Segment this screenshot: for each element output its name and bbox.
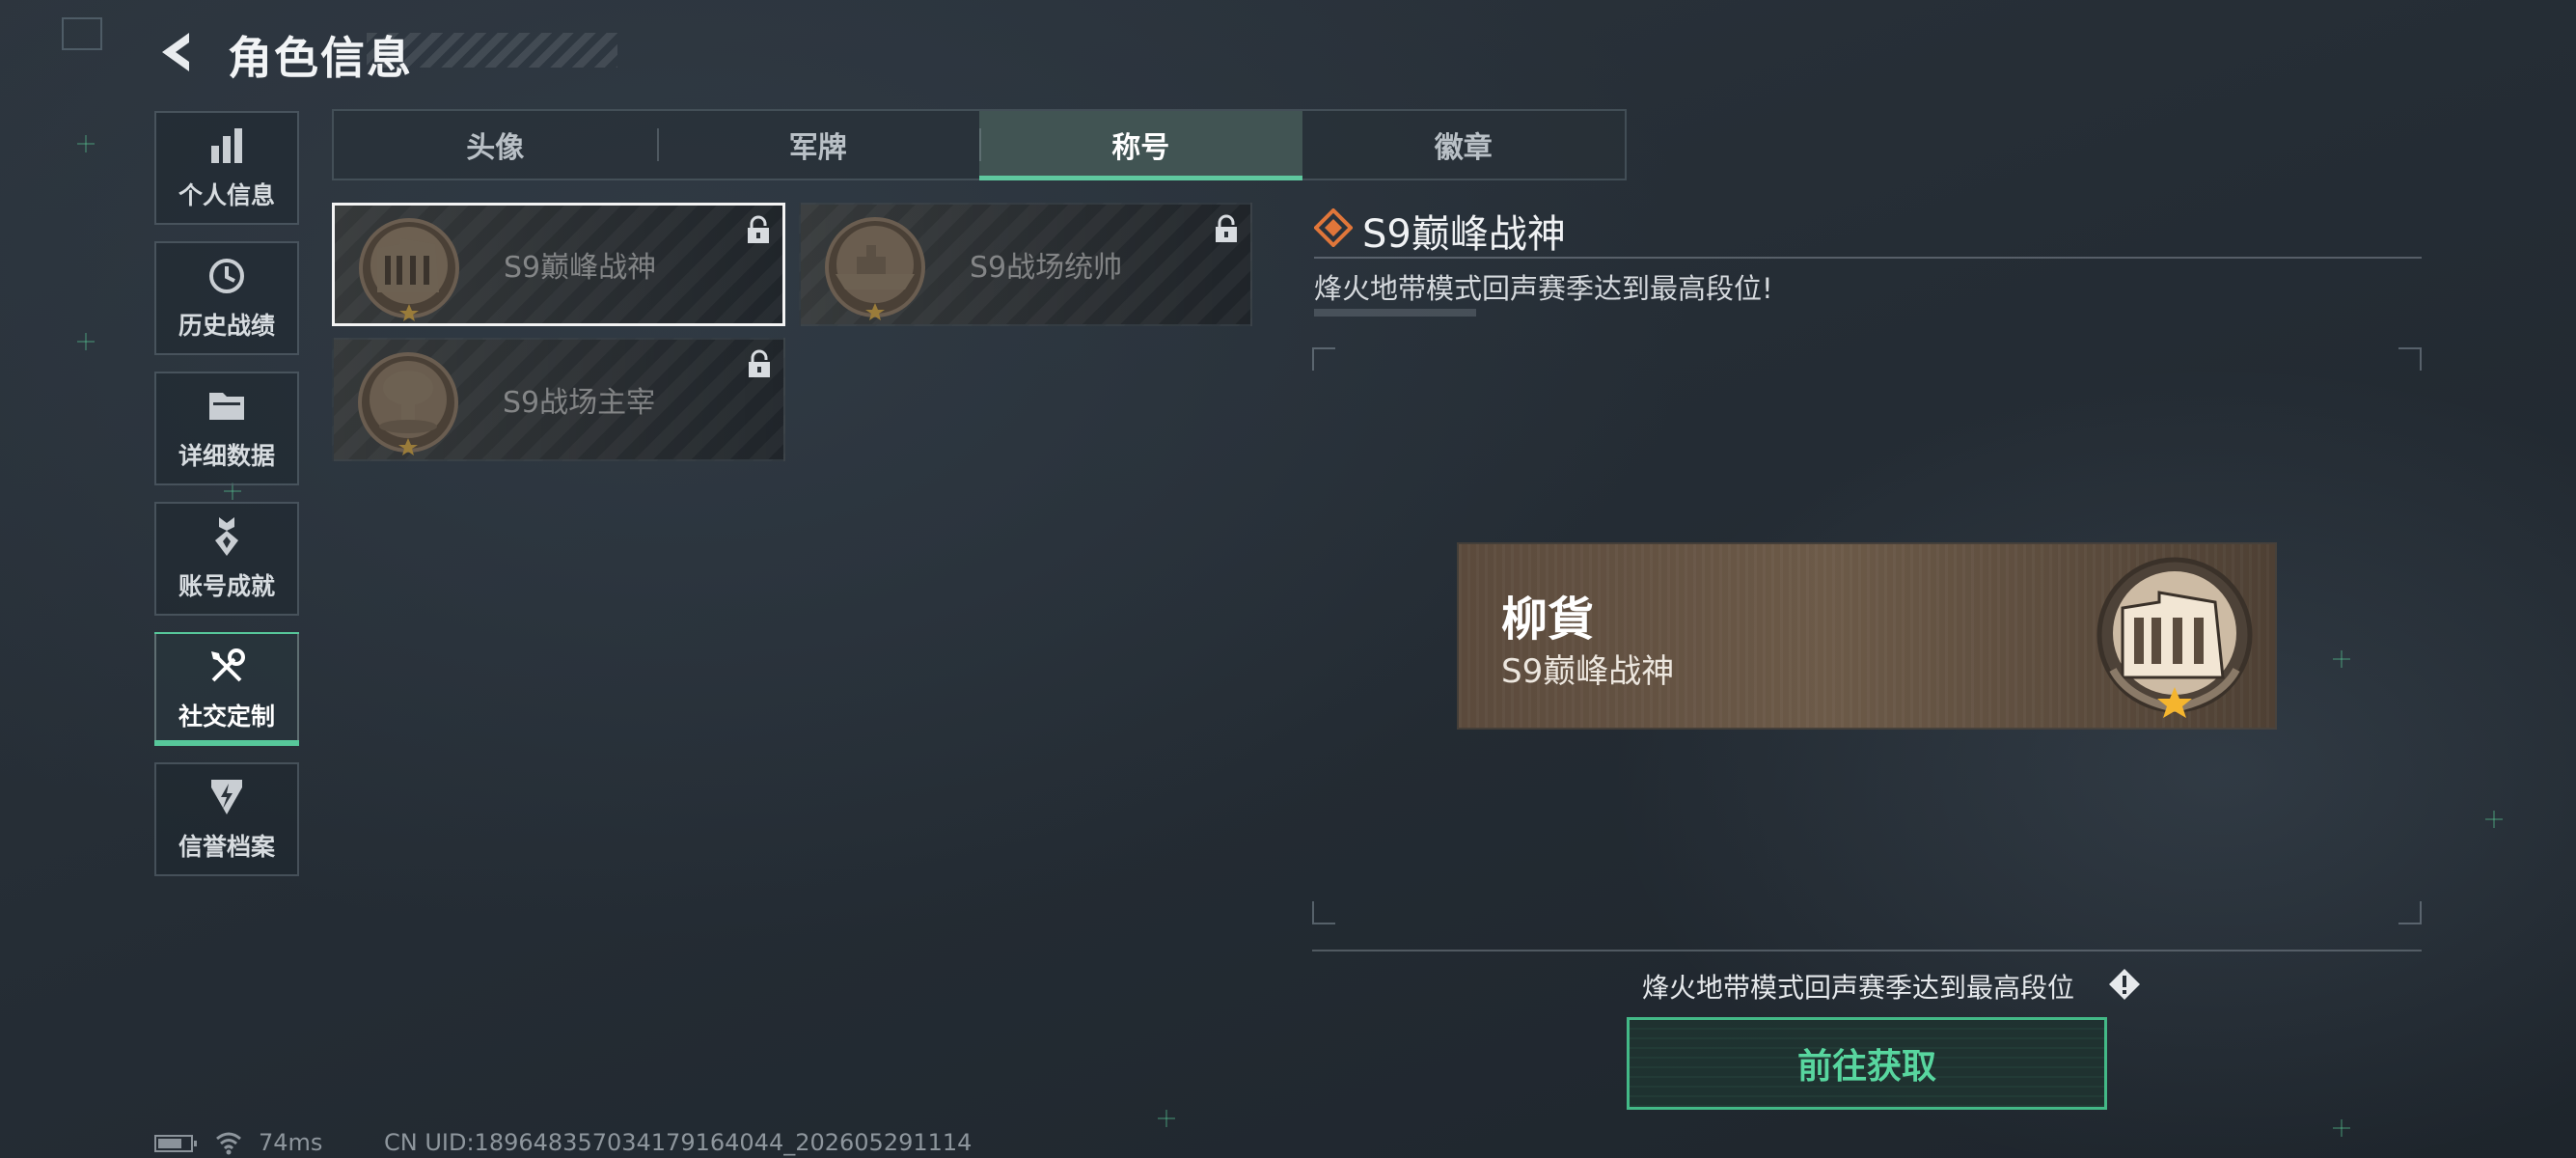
title-name: S9战场主宰 [503, 386, 656, 420]
title-name: S9巅峰战神 [504, 251, 657, 285]
detail-description: 烽火地带模式回声赛季达到最高段位! [1314, 272, 1773, 305]
tab-dogtag[interactable]: 军牌 [656, 111, 980, 179]
frame-corner-decoration [62, 17, 102, 50]
sidebar-item-label: 社交定制 [178, 703, 275, 731]
tools-icon [211, 648, 245, 682]
lock-icon [748, 215, 769, 243]
sidebar-item-label: 账号成就 [178, 572, 275, 600]
medal-icon [215, 517, 238, 556]
uid-text: CN UID:18964835703417916404​4_2026052911… [384, 1129, 973, 1156]
divider [1312, 950, 2422, 951]
title-card-s9-battlefield-dominator[interactable]: S9战场主宰 [332, 338, 785, 461]
battery-icon [154, 1135, 197, 1152]
warning-info-icon[interactable] [2107, 967, 2142, 1002]
tab-badge[interactable]: 徽章 [1302, 111, 1626, 179]
diamond-icon [1314, 208, 1353, 247]
decorative-bar [1314, 309, 1476, 317]
title-name: S9战场统帅 [970, 251, 1123, 285]
detail-title: S9巅峰战神 [1362, 212, 1566, 257]
explosion-medal-icon [358, 352, 458, 455]
battery-level [158, 1139, 181, 1148]
ping-value: 74ms [259, 1129, 323, 1156]
grid-mark [1158, 1110, 1175, 1127]
active-indicator-top [154, 632, 299, 634]
grid-mark [77, 333, 95, 350]
folder-icon [209, 393, 244, 420]
frame-corner [1312, 901, 1335, 924]
sidebar-item-personal-info[interactable]: 个人信息 [154, 111, 299, 225]
building-medal-icon [359, 218, 459, 321]
building-medal-icon [2096, 557, 2253, 718]
title-preview-banner: 柳貨 S9巅峰战神 [1459, 544, 2275, 728]
title-card-s9-battlefield-commander[interactable]: S9战场统帅 [799, 203, 1252, 326]
grid-mark [2333, 1119, 2350, 1137]
tab-bar: 头像 军牌 称号 徽章 [332, 109, 1627, 180]
sidebar-item-achievements[interactable]: 账号成就 [154, 502, 299, 616]
page-title: 角色信息 [228, 32, 413, 84]
sidebar-item-label: 信誉档案 [178, 833, 275, 861]
tab-title[interactable]: 称号 [979, 111, 1302, 180]
lock-icon [749, 349, 770, 377]
sidebar-item-label: 历史战绩 [178, 312, 275, 340]
clock-icon [209, 259, 244, 293]
wifi-icon [216, 1132, 241, 1155]
title-card-s9-peak-warrior[interactable]: S9巅峰战神 [332, 203, 785, 326]
requirement-text: 烽火地带模式回声赛季达到最高段位 [1642, 972, 2075, 1004]
preview-player-name: 柳貨 [1501, 593, 1595, 647]
frame-corner [2398, 901, 2422, 924]
grid-mark [2485, 811, 2503, 828]
grid-mark [77, 135, 95, 152]
sidebar-item-label: 个人信息 [178, 181, 275, 209]
back-arrow-icon[interactable] [154, 29, 201, 75]
tab-avatar[interactable]: 头像 [334, 111, 657, 179]
sidebar-item-detailed-data[interactable]: 详细数据 [154, 372, 299, 485]
shield-icon [211, 780, 242, 814]
bar-chart-icon [211, 128, 242, 163]
sidebar-item-credit-record[interactable]: 信誉档案 [154, 762, 299, 876]
lock-icon [1216, 214, 1237, 242]
sidebar-item-label: 详细数据 [178, 442, 275, 470]
frame-corner [2398, 347, 2422, 371]
ship-medal-icon [825, 217, 925, 320]
sidebar-item-history[interactable]: 历史战绩 [154, 241, 299, 355]
sidebar-item-social-custom[interactable]: 社交定制 [154, 632, 299, 746]
preview-title-name: S9巅峰战神 [1501, 652, 1675, 691]
divider [1314, 257, 2422, 259]
go-obtain-button[interactable]: 前往获取 [1627, 1017, 2107, 1110]
frame-corner [1312, 347, 1335, 371]
active-indicator [154, 740, 299, 746]
